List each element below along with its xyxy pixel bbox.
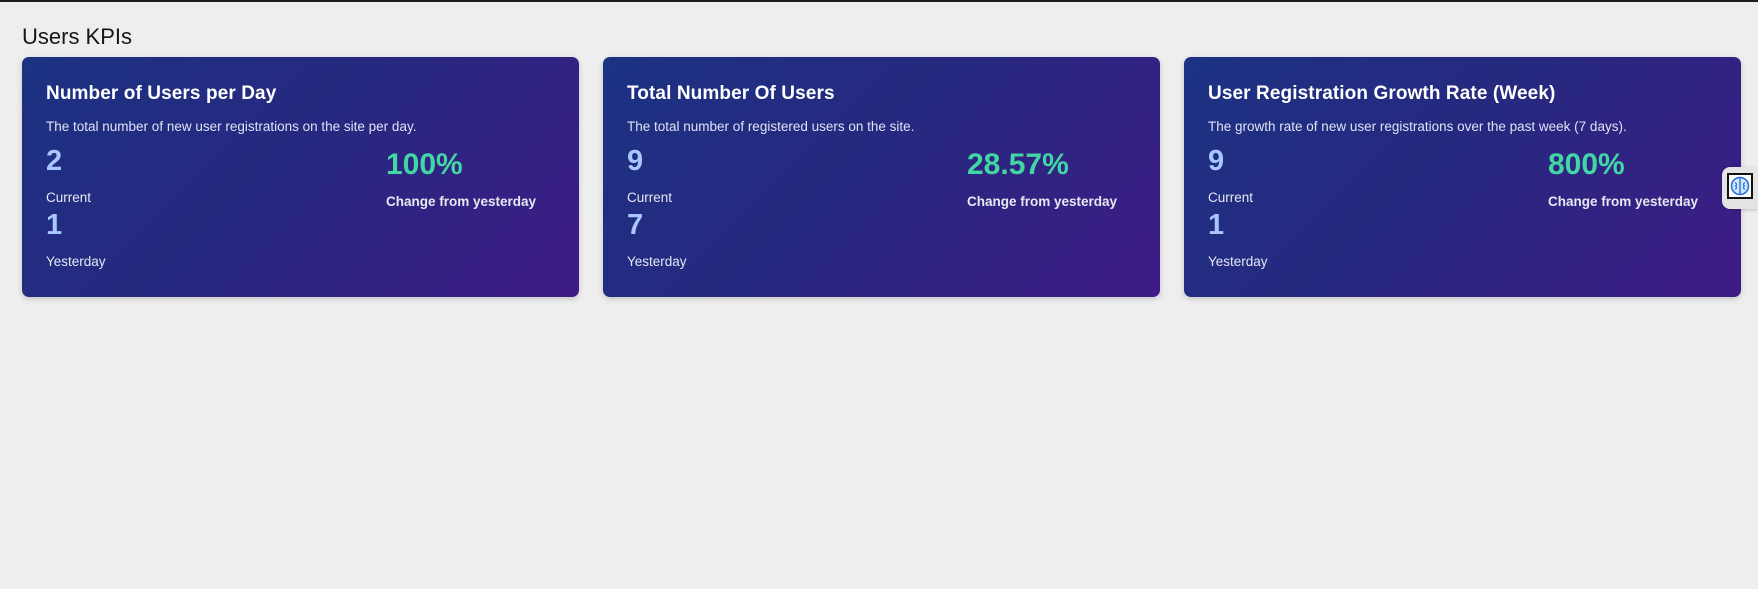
kpi-change-label: Change from yesterday xyxy=(1548,194,1699,209)
brain-icon xyxy=(1727,172,1753,204)
kpi-card-users-per-day: Number of Users per Day The total number… xyxy=(22,57,579,297)
kpi-card-growth-rate-week: User Registration Growth Rate (Week) The… xyxy=(1184,57,1741,297)
kpi-yesterday-value: 1 xyxy=(1208,209,1225,241)
kpi-current-label: Current xyxy=(46,190,92,205)
kpi-change-value: 28.57% xyxy=(967,148,1069,181)
kpi-change-value: 800% xyxy=(1548,148,1625,181)
kpi-current-value: 9 xyxy=(627,145,644,177)
kpi-card-description: The growth rate of new user registration… xyxy=(1208,119,1627,134)
kpi-current-value: 2 xyxy=(46,145,63,177)
kpi-yesterday-label: Yesterday xyxy=(46,254,106,269)
kpi-yesterday-label: Yesterday xyxy=(627,254,687,269)
kpi-card-description: The total number of registered users on … xyxy=(627,119,915,134)
kpi-current-value: 9 xyxy=(1208,145,1225,177)
kpi-change-label: Change from yesterday xyxy=(967,194,1118,209)
extension-side-button[interactable] xyxy=(1722,167,1758,209)
kpi-card-title: User Registration Growth Rate (Week) xyxy=(1208,83,1556,104)
page-title: Users KPIs xyxy=(22,24,133,49)
kpi-current-label: Current xyxy=(627,190,673,205)
kpi-card-row: Number of Users per Day The total number… xyxy=(22,57,1741,297)
kpi-card-total-users: Total Number Of Users The total number o… xyxy=(603,57,1160,297)
kpi-yesterday-value: 7 xyxy=(627,209,644,241)
kpi-yesterday-value: 1 xyxy=(46,209,63,241)
kpi-change-value: 100% xyxy=(386,148,463,181)
kpi-card-title: Total Number Of Users xyxy=(627,83,835,104)
kpi-current-label: Current xyxy=(1208,190,1254,205)
kpi-change-label: Change from yesterday xyxy=(386,194,537,209)
kpi-yesterday-label: Yesterday xyxy=(1208,254,1268,269)
kpi-card-description: The total number of new user registratio… xyxy=(46,119,417,134)
kpi-card-title: Number of Users per Day xyxy=(46,83,277,104)
